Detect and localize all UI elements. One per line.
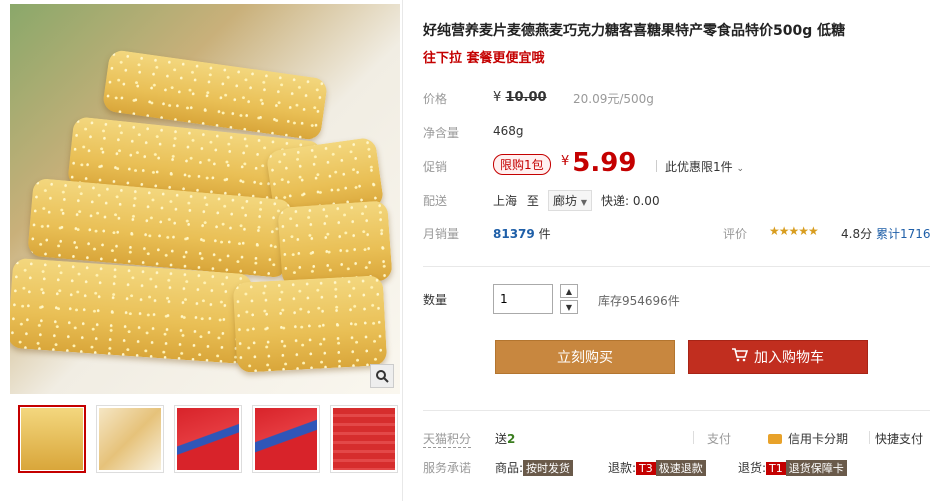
add-to-cart-label: 加入购物车 <box>754 350 824 366</box>
thumbnail-image <box>21 408 83 470</box>
net-weight-value: 468g <box>493 124 524 138</box>
product-gallery <box>0 0 403 501</box>
points-value: 2 <box>507 432 516 446</box>
thumbnail-3[interactable] <box>174 405 242 473</box>
goods-tag: 按时发货 <box>523 460 574 476</box>
points-prefix: 送 <box>495 432 508 446</box>
return-tag: 退货保障卡 <box>785 460 847 476</box>
quantity-increase-button[interactable]: ▲ <box>560 284 578 298</box>
ship-from: 上海 至 <box>493 192 539 209</box>
credit-installment-label: 信用卡分期 <box>788 432 849 446</box>
promo-note-dropdown[interactable]: 此优惠限1件 ⌄ <box>655 158 745 175</box>
return-code: T1 <box>766 462 786 475</box>
promo-note-text: 此优惠限1件 <box>665 160 733 174</box>
quantity-input[interactable] <box>493 284 553 314</box>
refund-label: 退款: <box>608 461 637 475</box>
tmall-points-label[interactable]: 天猫积分 <box>423 430 472 448</box>
shipping-label: 配送 <box>423 194 448 208</box>
chevron-down-icon: ⌄ <box>736 164 745 174</box>
price-label: 价格 <box>423 92 448 106</box>
thumbnail-1[interactable] <box>18 405 86 473</box>
credit-card-icon <box>768 434 782 444</box>
currency-symbol: ¥ <box>493 90 502 105</box>
currency-symbol: ¥ <box>561 154 570 169</box>
stock-count: 库存954696件 <box>598 294 680 308</box>
credit-installment[interactable]: 信用卡分期 <box>768 430 848 447</box>
destination-select[interactable]: 廊坊 ▼ <box>548 190 592 211</box>
service-return[interactable]: 退货: T1 退货保障卡 <box>738 459 847 476</box>
original-price: ¥ 10.00 <box>493 90 547 105</box>
divider <box>423 266 930 267</box>
refund-code: T3 <box>636 462 656 475</box>
divider <box>423 410 930 411</box>
original-price-value: 10.00 <box>505 90 547 105</box>
thumbnail-image <box>99 408 161 470</box>
thumbnail-image <box>333 408 395 470</box>
goods-label: 商品: <box>495 461 524 475</box>
buy-now-button[interactable]: 立刻购买 <box>495 340 675 374</box>
product-title: 好纯营养麦片麦德燕麦巧克力糖客喜糖果特产零食品特价500g 低糖 <box>423 23 846 39</box>
monthly-sales: 81379 件 <box>493 225 551 242</box>
promo-label: 促销 <box>423 160 448 174</box>
tmall-points: 送2 <box>495 430 515 447</box>
service-goods[interactable]: 商品: 按时发货 <box>495 459 574 476</box>
review-label: 评价 <box>723 227 748 241</box>
monthly-sales-label: 月销量 <box>423 227 460 241</box>
shipping-fee: 快递: 0.00 <box>601 194 660 208</box>
add-to-cart-button[interactable]: 加入购物车 <box>688 340 868 374</box>
thumbnail-4[interactable] <box>252 405 320 473</box>
thumbnail-image <box>255 408 317 470</box>
quantity-decrease-button[interactable]: ▼ <box>560 300 578 314</box>
unit-price: 20.09元/500g <box>573 92 654 106</box>
cart-icon <box>732 348 749 366</box>
thumbnail-image <box>177 408 239 470</box>
service-refund[interactable]: 退款: T3 极速退款 <box>608 459 706 476</box>
service-label: 服务承诺 <box>423 461 472 475</box>
promo-price: ¥5.99 <box>561 148 636 178</box>
quick-pay[interactable]: 快捷支付 <box>868 430 923 447</box>
thumbnail-strip <box>18 405 398 473</box>
thumbnail-2[interactable] <box>96 405 164 473</box>
product-subtitle: 往下拉 套餐更便宜哦 <box>423 51 545 66</box>
destination-value: 廊坊 <box>553 194 578 208</box>
rating-score: 4.8分 <box>841 227 873 241</box>
refund-tag: 极速退款 <box>655 460 706 476</box>
cumulative-reviews-link[interactable]: 累计1716 <box>876 225 930 242</box>
monthly-sales-count: 81379 <box>493 227 535 241</box>
return-label: 退货: <box>738 461 767 475</box>
rating-stars-icon: ★★★★★ <box>769 224 819 238</box>
ship-origin: 上海 <box>493 194 518 208</box>
promo-price-value: 5.99 <box>572 148 637 178</box>
thumbnail-5[interactable] <box>330 405 398 473</box>
magnifier-icon[interactable] <box>370 364 394 388</box>
chevron-down-icon: ▼ <box>580 198 587 207</box>
oat-bar-image <box>277 200 393 288</box>
monthly-sales-unit: 件 <box>538 227 551 241</box>
main-product-image[interactable] <box>10 4 400 394</box>
buy-now-label: 立刻购买 <box>557 350 613 366</box>
net-weight-label: 净含量 <box>423 126 460 140</box>
quantity-label: 数量 <box>423 293 448 307</box>
ship-to-word: 至 <box>526 194 539 208</box>
oat-bar-image <box>232 275 388 373</box>
limit-badge: 限购1包 <box>493 154 551 175</box>
payment-label: 支付 <box>692 431 732 446</box>
divider <box>402 0 403 501</box>
oat-bar-image <box>10 257 253 365</box>
